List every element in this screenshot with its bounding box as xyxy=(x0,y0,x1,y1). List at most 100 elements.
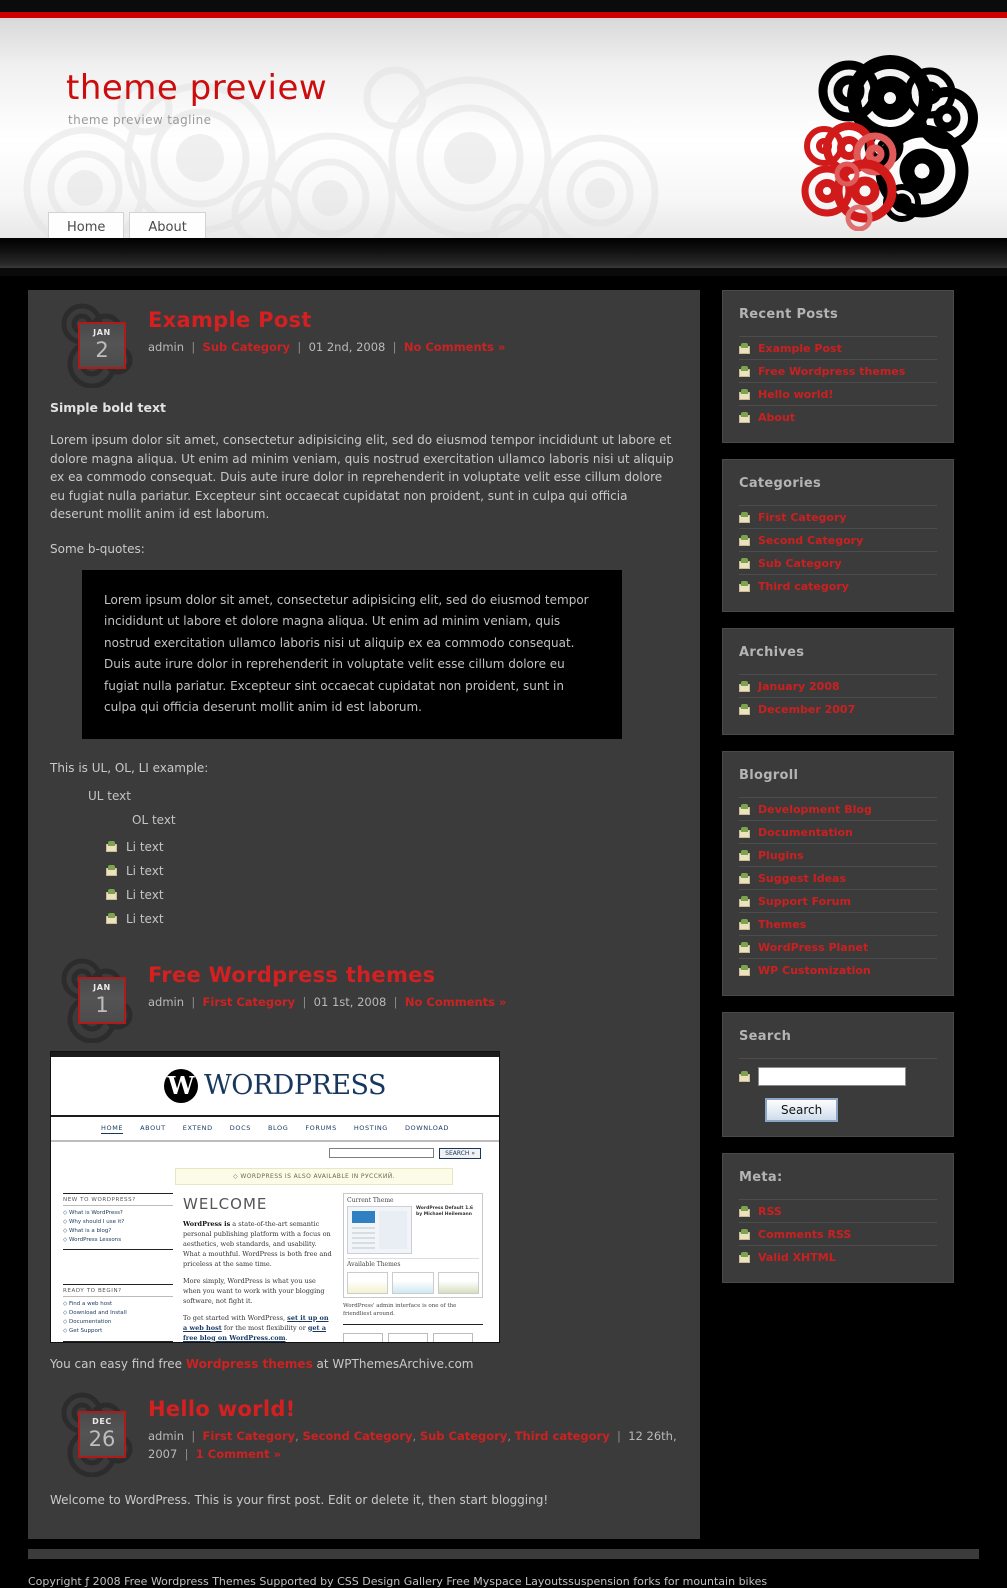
post-title-link[interactable]: Free Wordpress themes xyxy=(148,963,435,987)
category-link[interactable]: First Category xyxy=(758,511,847,524)
wp-image-caption: WordPress' admin interface is one of the… xyxy=(343,1302,457,1317)
post-title-link[interactable]: Example Post xyxy=(148,308,312,332)
widget-blogroll: Blogroll Development Blog Documentation … xyxy=(722,751,954,996)
list-item: Second Category xyxy=(739,528,937,551)
wp-link: ◇ Download and Install xyxy=(63,1309,127,1316)
leaf-bullet-icon xyxy=(739,366,750,377)
widget-title: Search xyxy=(739,1029,792,1044)
list-item-label: Li text xyxy=(126,839,164,854)
wp-divider xyxy=(63,1248,173,1250)
list-item: Li text xyxy=(106,859,678,883)
list-item: Suggest Ideas xyxy=(739,866,937,889)
post-title-link[interactable]: Hello world! xyxy=(148,1397,296,1421)
post-category-link[interactable]: First Category xyxy=(203,1429,296,1443)
wp-nav-blog: BLOG xyxy=(267,1123,289,1132)
recent-post-link[interactable]: Free Wordpress themes xyxy=(758,365,905,378)
widget-list: RSS Comments RSS Valid XHTML xyxy=(739,1199,937,1268)
post-category-link[interactable]: Sub Category xyxy=(420,1429,508,1443)
post-category-link[interactable]: Second Category xyxy=(302,1429,412,1443)
footer-copyright: Copyright ƒ 2008 Free Wordpress Themes S… xyxy=(28,1574,768,1588)
wp-current-theme-panel: Current Theme WordPress Default 1.6 by M… xyxy=(343,1192,483,1298)
post-date-text: 01 2nd, 2008 xyxy=(308,340,386,354)
blogroll-link[interactable]: Development Blog xyxy=(758,803,872,816)
blogroll-link[interactable]: Documentation xyxy=(758,826,853,839)
wp-link: ◇ Documentation xyxy=(63,1318,112,1325)
leaf-bullet-icon xyxy=(739,827,750,838)
blogroll-link[interactable]: Support Forum xyxy=(758,895,851,908)
category-link[interactable]: Third category xyxy=(758,580,849,593)
leaf-bullet-icon xyxy=(106,889,117,900)
list-item-label: Li text xyxy=(126,887,164,902)
recent-post-link[interactable]: About xyxy=(758,411,795,424)
wp-search-row: SEARCH » xyxy=(51,1142,499,1164)
wp-paragraph-3: To get started with WordPress, set it up… xyxy=(183,1313,333,1342)
blogroll-link[interactable]: Themes xyxy=(758,918,806,931)
search-row xyxy=(739,1058,937,1086)
wp-nav-about: ABOUT xyxy=(140,1123,166,1132)
meta-sep: | xyxy=(187,994,199,1009)
list-item: Support Forum xyxy=(739,889,937,912)
recent-post-link[interactable]: Example Post xyxy=(758,342,842,355)
post-category-link[interactable]: Third category xyxy=(515,1429,610,1443)
blogroll-link[interactable]: WP Customization xyxy=(758,964,871,977)
post-category-link[interactable]: Sub Category xyxy=(203,340,291,354)
wp-p3-b: for the most flexibility or xyxy=(221,1323,308,1332)
post-author: admin xyxy=(148,994,185,1009)
wp-theme-name: WordPress Default 1.6 by Michael Heilema… xyxy=(416,1205,474,1217)
post-blockquote: Lorem ipsum dolor sit amet, consectetur … xyxy=(82,569,622,739)
wp-divider xyxy=(343,1323,483,1325)
blogroll-link[interactable]: Suggest Ideas xyxy=(758,872,846,885)
recent-post-link[interactable]: Hello world! xyxy=(758,388,833,401)
wp-nav-download: DOWNLOAD xyxy=(404,1123,449,1132)
list-item: December 2007 xyxy=(739,697,937,720)
list-item: Documentation xyxy=(739,820,937,843)
search-button[interactable]: Search xyxy=(765,1098,839,1122)
archive-link[interactable]: December 2007 xyxy=(758,703,855,716)
wp-panel-title: Current Theme xyxy=(347,1196,394,1204)
nav-item-about[interactable]: About xyxy=(129,212,206,238)
post-category-link[interactable]: First Category xyxy=(203,995,296,1009)
list-item: First Category xyxy=(739,505,937,528)
blogroll-link[interactable]: WordPress Planet xyxy=(758,941,868,954)
list-item: WordPress Planet xyxy=(739,935,937,958)
meta-link-comments-rss[interactable]: Comments RSS xyxy=(758,1228,851,1241)
post-paragraph: Lorem ipsum dolor sit amet, consectetur … xyxy=(50,433,674,521)
leaf-bullet-icon xyxy=(106,913,117,924)
post-comments-link[interactable]: No Comments » xyxy=(404,340,506,354)
wp-divider xyxy=(63,1340,173,1342)
meta-sep: | xyxy=(613,1428,625,1443)
meta-link-rss[interactable]: RSS xyxy=(758,1205,782,1218)
post-comments-link[interactable]: 1 Comment » xyxy=(196,1447,281,1461)
category-link[interactable]: Sub Category xyxy=(758,557,842,570)
post-body-text: Welcome to WordPress. This is your first… xyxy=(50,1492,549,1507)
site-header: theme preview theme preview tagline Home… xyxy=(0,18,1007,238)
post-title: Example Post xyxy=(148,308,678,332)
footer-strip xyxy=(28,1548,979,1559)
search-input[interactable] xyxy=(758,1067,906,1086)
category-link[interactable]: Second Category xyxy=(758,534,863,547)
widget-list: January 2008 December 2007 xyxy=(739,674,937,720)
list-item: Li text xyxy=(106,883,678,907)
widget-title: Archives xyxy=(739,645,805,660)
wp-available-themes-label: Available Themes xyxy=(347,1257,479,1268)
archive-link[interactable]: January 2008 xyxy=(758,680,840,693)
caption-link[interactable]: Wordpress themes xyxy=(186,1357,313,1371)
search-button-row: Search xyxy=(739,1086,937,1122)
list-item: Li text xyxy=(106,835,678,859)
main-content: JAN 2 Example Post admin | Sub Category … xyxy=(28,290,700,1539)
post-comments-link[interactable]: No Comments » xyxy=(405,995,507,1009)
meta-sep: | xyxy=(187,1428,199,1443)
leaf-bullet-icon xyxy=(739,965,750,976)
wp-link: ◇ WordPress Lessons xyxy=(63,1236,122,1243)
wp-p3-c: . xyxy=(285,1333,288,1342)
blogroll-link[interactable]: Plugins xyxy=(758,849,804,862)
list-item: RSS xyxy=(739,1199,937,1222)
widget-meta: Meta: RSS Comments RSS Valid XHTML xyxy=(722,1153,954,1283)
meta-comma: , xyxy=(412,1428,417,1443)
widget-recent-posts: Recent Posts Example Post Free Wordpress… xyxy=(722,290,954,443)
wp-nav-forums: FORUMS xyxy=(305,1123,337,1132)
meta-link-valid-xhtml[interactable]: Valid XHTML xyxy=(758,1251,836,1264)
nav-item-home[interactable]: Home xyxy=(48,212,125,238)
meta-sep: | xyxy=(389,340,401,354)
wordpress-screenshot-image: W WORDPRESS HOME ABOUT EXTEND DOCS BLOG … xyxy=(50,1050,500,1343)
